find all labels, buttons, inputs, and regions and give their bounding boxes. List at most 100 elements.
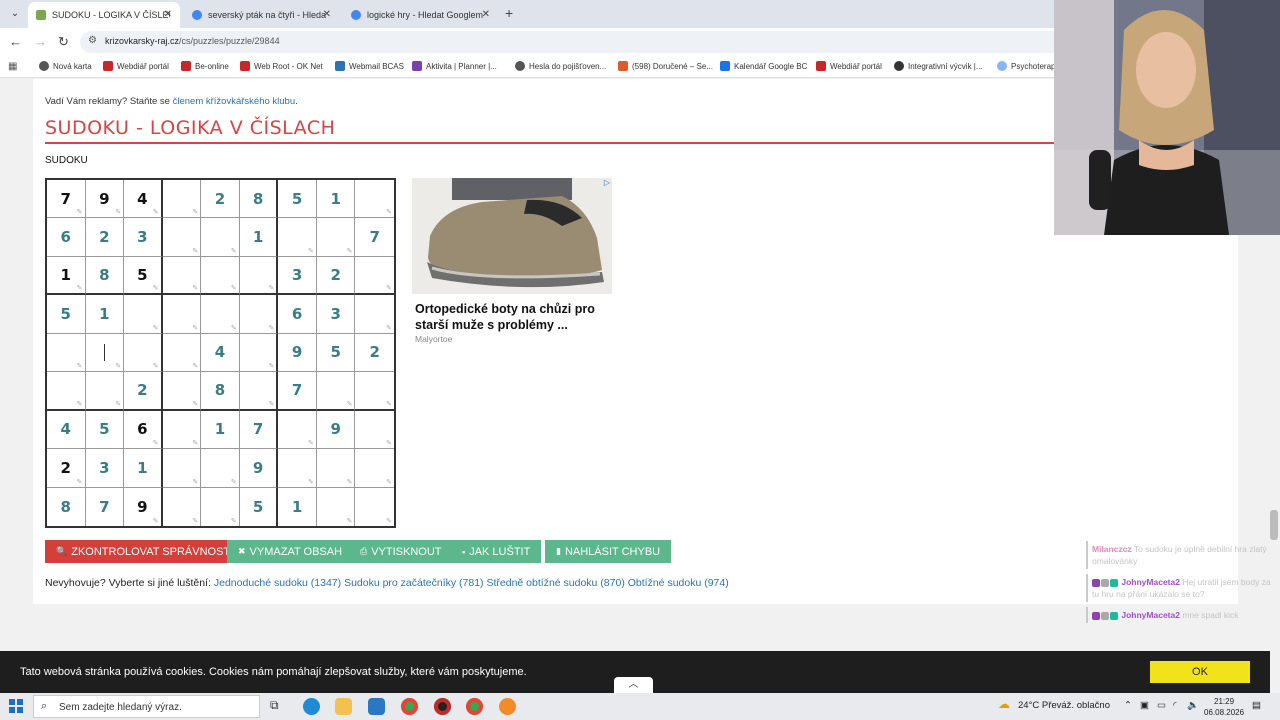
pencil-icon[interactable]: ✎ (231, 247, 237, 255)
sudoku-cell[interactable]: ✎ (239, 333, 279, 373)
system-clock[interactable]: 21:29 06.08.2026 (1204, 696, 1244, 718)
clear-button[interactable]: ✖ VYMAZAT OBSAH (227, 540, 354, 563)
bookmark-item[interactable]: Hesla do pojišťoven... (515, 61, 606, 71)
back-arrow-icon[interactable]: ← (9, 34, 22, 49)
sudoku-cell[interactable]: 9 (239, 449, 279, 488)
sudoku-cell[interactable]: ✎ (316, 218, 356, 257)
pencil-icon[interactable]: ✎ (192, 478, 198, 486)
store-icon[interactable] (368, 698, 385, 715)
close-icon[interactable]: ✕ (482, 9, 490, 20)
link-medium-sudoku[interactable]: Středně obtížné sudoku (870) (486, 577, 624, 589)
sudoku-cell[interactable]: ✎ (316, 449, 356, 488)
sudoku-cell[interactable]: 5 ✎ (124, 256, 163, 296)
pencil-icon[interactable]: ✎ (153, 362, 159, 370)
sudoku-cell[interactable]: 5 (240, 487, 279, 526)
sudoku-cell[interactable]: 8 (239, 180, 279, 219)
pencil-icon[interactable]: ✎ (308, 247, 314, 255)
sudoku-cell[interactable]: 3 (85, 449, 125, 488)
sudoku-cell[interactable]: 7 ✎ (47, 180, 86, 219)
pencil-icon[interactable]: ✎ (192, 400, 198, 408)
sudoku-cell[interactable]: ✎ (355, 180, 394, 219)
pencil-icon[interactable]: ✎ (192, 362, 198, 370)
pencil-icon[interactable]: ✎ (268, 362, 274, 370)
sudoku-cell[interactable]: ✎ (162, 295, 202, 334)
sudoku-cell[interactable]: 5 (85, 410, 125, 450)
sudoku-cell[interactable]: ✎ (124, 295, 163, 334)
sudoku-cell[interactable]: ✎ (201, 256, 240, 296)
sudoku-cell[interactable]: ✎ (163, 487, 202, 526)
scrollbar-thumb[interactable] (1270, 510, 1278, 540)
pencil-icon[interactable]: ✎ (386, 400, 392, 408)
chrome-icon[interactable] (466, 698, 483, 715)
sudoku-cell[interactable]: ✎ (162, 333, 202, 373)
sudoku-cell[interactable]: 9 (316, 410, 356, 450)
sudoku-cell[interactable]: ✎ (201, 449, 240, 488)
sudoku-cell[interactable]: ✎ (162, 180, 202, 219)
sudoku-cell[interactable]: 9 ✎ (85, 180, 125, 219)
site-info-icon[interactable]: ⚙ (88, 35, 97, 46)
cookie-ok-button[interactable]: OK (1150, 661, 1250, 683)
chevron-up-icon[interactable]: ⌃ (1124, 700, 1132, 711)
bookmark-item[interactable]: Kalendář Google BC (720, 61, 807, 71)
sudoku-cell[interactable]: ✎ (278, 218, 317, 257)
report-error-button[interactable]: ▮ NAHLÁSIT CHYBU (545, 540, 672, 563)
pencil-icon[interactable]: ✎ (386, 324, 392, 332)
sudoku-cell[interactable]: 1 ✎ (47, 256, 86, 296)
chevron-up-icon[interactable]: ︿ (614, 677, 653, 693)
pencil-icon[interactable]: ✎ (386, 517, 392, 525)
club-link[interactable]: členem křížovkářského klubu (173, 96, 296, 107)
pencil-icon[interactable]: ✎ (77, 284, 83, 292)
pencil-icon[interactable]: ✎ (231, 517, 237, 525)
sudoku-cell[interactable]: 1 (201, 410, 240, 450)
link-hard-sudoku[interactable]: Obtížné sudoku (974) (628, 577, 729, 589)
pencil-icon[interactable]: ✎ (192, 517, 198, 525)
chrome-icon[interactable] (401, 698, 418, 715)
taskbar-search[interactable]: ⌕ Sem zadejte hledaný výraz. (33, 695, 260, 718)
tab-search-logic[interactable]: logické hry - Hledat Googlem ✕ (343, 2, 498, 28)
pencil-icon[interactable]: ✎ (192, 324, 198, 332)
ad-image[interactable]: ▷ (412, 178, 612, 294)
sudoku-cell[interactable]: 7 (86, 487, 125, 526)
check-button[interactable]: 🔍 ZKONTROLOVAT SPRÁVNOST (45, 540, 242, 563)
sudoku-cell[interactable]: ✎ (85, 333, 125, 373)
sudoku-cell[interactable]: ✎ (124, 333, 163, 373)
sudoku-cell[interactable]: ✎ (317, 487, 356, 526)
edge-icon[interactable] (303, 698, 320, 715)
pencil-icon[interactable]: ✎ (386, 478, 392, 486)
sudoku-cell[interactable]: 1 (124, 449, 163, 488)
sudoku-cell[interactable]: 8 (85, 256, 125, 296)
pencil-icon[interactable]: ✎ (386, 284, 392, 292)
sudoku-cell[interactable]: 1 (239, 218, 279, 257)
bookmark-item[interactable]: Psychoterap (997, 61, 1055, 71)
ad-headline[interactable]: Ortopedické boty na chůzi pro starší muž… (415, 301, 615, 333)
sudoku-cell[interactable]: 4 ✎ (124, 180, 163, 219)
pencil-icon[interactable]: ✎ (268, 324, 274, 332)
streaming-app-icon[interactable] (499, 698, 516, 715)
bookmark-item[interactable]: Be-online (181, 61, 229, 71)
pencil-icon[interactable]: ✎ (347, 247, 353, 255)
pencil-icon[interactable]: ✎ (386, 439, 392, 447)
task-view-icon[interactable]: ⧉ (270, 698, 287, 715)
bookmark-item[interactable]: Aktivita | Planner |... (412, 61, 497, 71)
sudoku-cell[interactable]: 5 (47, 295, 86, 334)
sudoku-cell[interactable]: 7 (355, 218, 394, 257)
tab-list-button[interactable]: ⌄ (6, 5, 24, 23)
bookmark-item[interactable]: Integrativní výcvik |... (894, 61, 983, 71)
sudoku-cell[interactable]: ✎ (278, 449, 317, 488)
pencil-icon[interactable]: ✎ (153, 517, 159, 525)
sudoku-cell[interactable]: ✎ (239, 295, 279, 334)
forward-arrow-icon[interactable]: → (34, 34, 47, 49)
sudoku-cell[interactable]: ✎ (278, 410, 317, 450)
sudoku-cell[interactable]: 1 (278, 487, 317, 526)
sudoku-cell[interactable]: 9 ✎ (124, 487, 163, 526)
pencil-icon[interactable]: ✎ (77, 208, 83, 216)
tab-search-bird[interactable]: severský pták na čtyři - Hledat Googlem … (184, 2, 339, 28)
sudoku-cell[interactable]: 3 (316, 295, 356, 334)
pencil-icon[interactable]: ✎ (115, 400, 121, 408)
bookmark-item[interactable]: (598) Doručené – Se... (618, 61, 713, 71)
pencil-icon[interactable]: ✎ (231, 324, 237, 332)
pencil-icon[interactable]: ✎ (347, 478, 353, 486)
sudoku-cell[interactable]: 7 (278, 372, 317, 411)
pencil-icon[interactable]: ✎ (308, 439, 314, 447)
network-icon[interactable]: ▭ (1157, 700, 1166, 711)
